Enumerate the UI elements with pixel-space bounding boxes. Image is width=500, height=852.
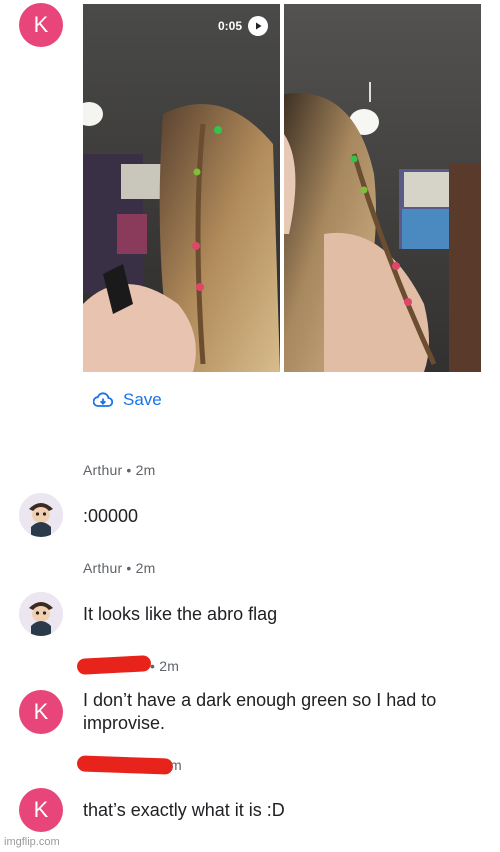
message-meta: Arthur • 2m	[83, 560, 155, 576]
save-label: Save	[123, 390, 162, 409]
message-time: 2m	[159, 658, 180, 674]
message-meta: • 2m	[150, 658, 179, 674]
avatar-k: K	[19, 690, 63, 734]
meta-separator: •	[126, 560, 136, 576]
avatar-letter: K	[33, 12, 49, 37]
hair-photo-1	[83, 4, 280, 372]
message-line: improvise.	[83, 713, 166, 733]
redaction-mark	[76, 655, 152, 675]
cloud-download-icon	[93, 392, 113, 407]
video-duration: 0:05	[217, 19, 242, 33]
play-icon[interactable]	[248, 16, 268, 36]
message-line: I don’t have a dark enough green so I ha…	[83, 690, 437, 710]
message-meta: Arthur • 2m	[83, 462, 155, 478]
video-thumbnail[interactable]: 0:05	[83, 4, 280, 372]
photo-thumbnail[interactable]	[284, 4, 481, 372]
avatar-arthur	[19, 592, 63, 636]
message-time: 2m	[135, 462, 156, 478]
message-meta: m	[170, 757, 182, 773]
message-text: :00000	[83, 506, 139, 526]
avatar-k: K	[19, 3, 63, 47]
avatar-k: K	[19, 788, 63, 832]
avatar-letter: K	[33, 699, 49, 724]
watermark: imgflip.com	[4, 836, 60, 848]
message-text: I don’t have a dark enough green so I ha…	[83, 689, 436, 735]
redaction-mark	[76, 755, 174, 775]
author-name: Arthur	[83, 462, 123, 478]
avatar-letter: K	[33, 797, 49, 822]
author-name: Arthur	[83, 560, 123, 576]
hair-photo-2	[284, 4, 481, 372]
meta-separator: •	[150, 658, 160, 674]
message-time: m	[170, 757, 182, 773]
avatar-arthur	[19, 493, 63, 537]
save-button[interactable]: Save	[93, 390, 162, 410]
message-time: 2m	[135, 560, 156, 576]
video-duration-badge: 0:05	[218, 16, 268, 36]
meta-separator: •	[126, 462, 136, 478]
message-text: that’s exactly what it is :D	[83, 800, 285, 820]
message-text: It looks like the abro flag	[83, 604, 278, 624]
